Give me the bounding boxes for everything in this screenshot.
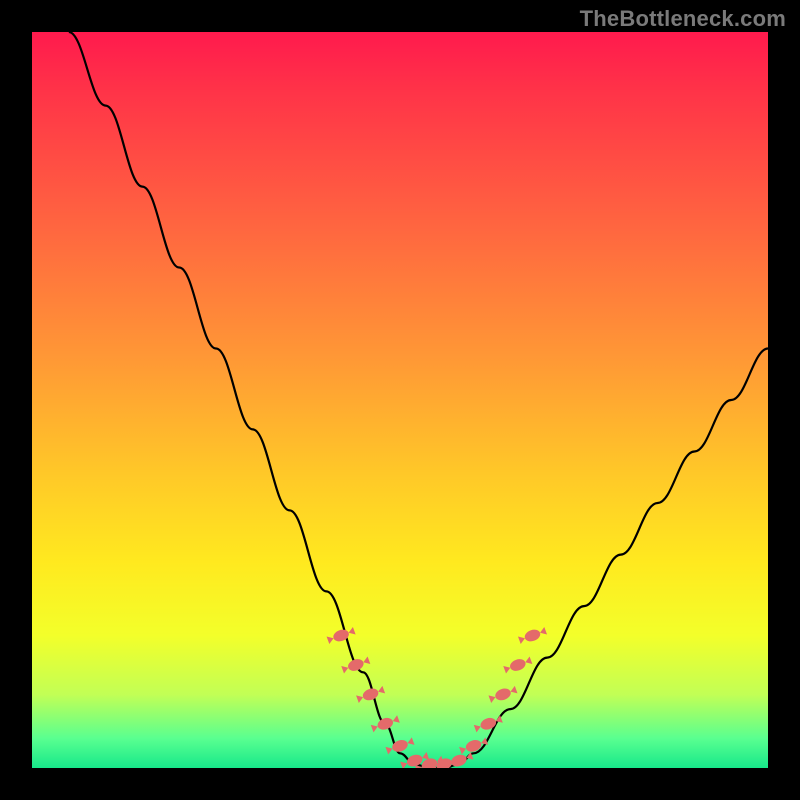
marker-group <box>326 626 547 768</box>
plot-area <box>32 32 768 768</box>
marker <box>341 655 371 675</box>
marker <box>326 626 356 646</box>
chart-frame: TheBottleneck.com <box>0 0 800 800</box>
bottleneck-curve-path <box>69 32 768 768</box>
watermark-text: TheBottleneck.com <box>580 6 786 32</box>
marker <box>488 684 518 704</box>
marker <box>517 626 547 646</box>
marker <box>370 714 400 734</box>
chart-svg <box>32 32 768 768</box>
marker <box>503 655 533 675</box>
